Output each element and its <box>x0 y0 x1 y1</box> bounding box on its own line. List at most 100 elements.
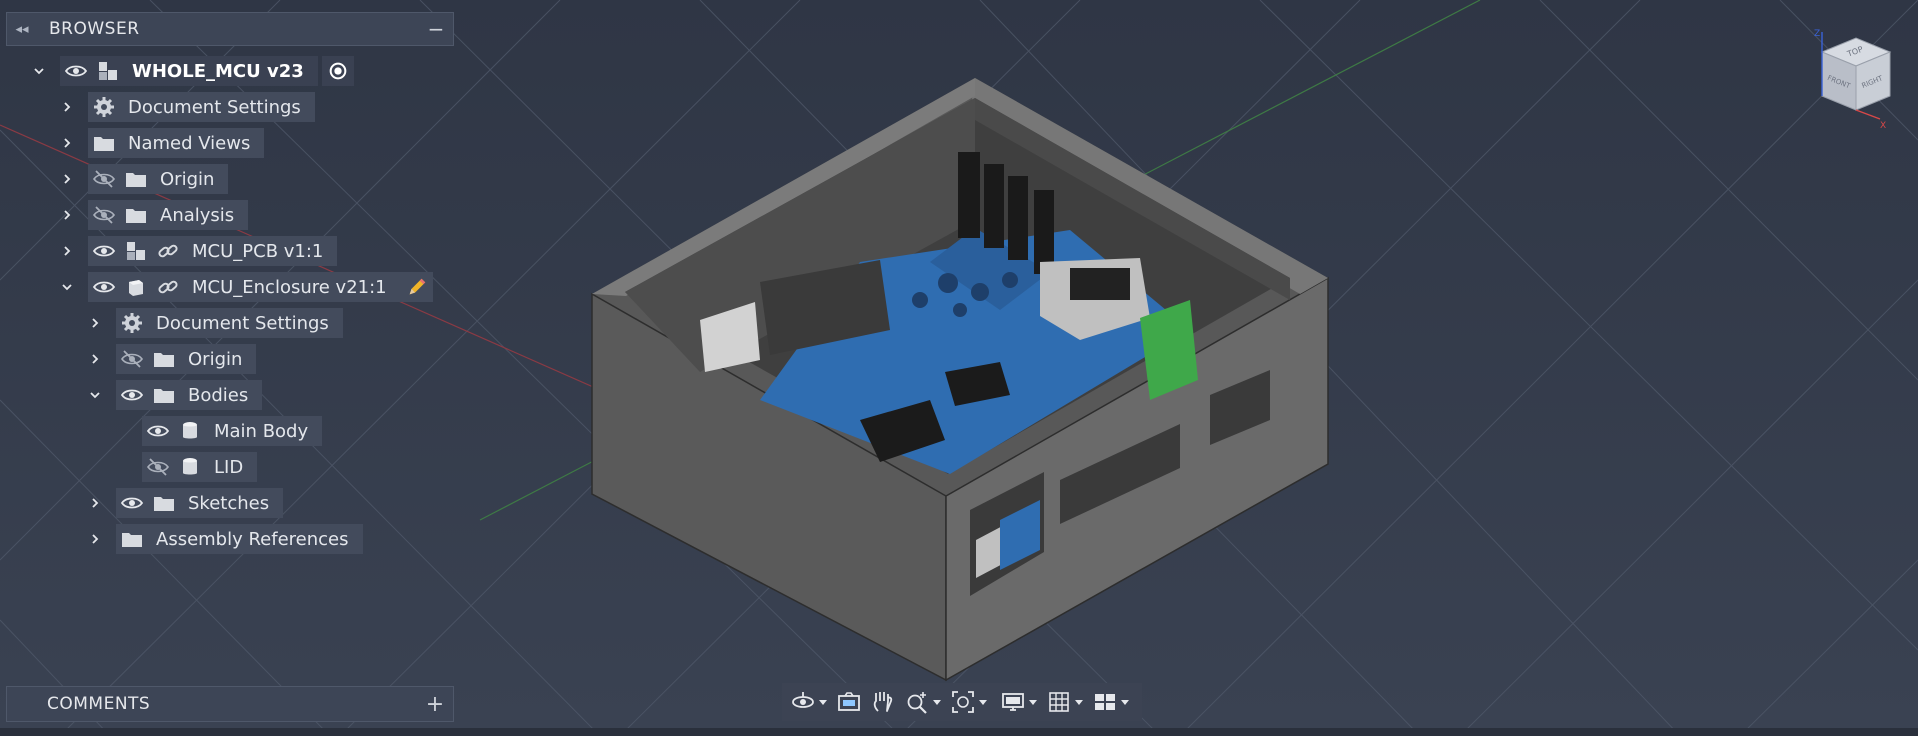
chevron-right-icon[interactable] <box>84 348 106 370</box>
tree-node-document-settings[interactable]: Document Settings <box>116 308 343 338</box>
eye-icon[interactable] <box>60 56 92 86</box>
eye-icon[interactable] <box>88 272 120 302</box>
tree-row: Assembly References <box>84 523 363 555</box>
chevron-down-icon[interactable] <box>84 384 106 406</box>
tree-node-root[interactable]: WHOLE_MCU v23 <box>60 56 318 86</box>
dropdown-arrow-icon[interactable] <box>978 697 988 707</box>
navigation-toolbar <box>782 683 1142 721</box>
fit-icon <box>952 691 974 713</box>
eye-hidden-icon[interactable] <box>116 344 148 374</box>
body-icon <box>174 452 206 482</box>
tree-row: LID <box>140 451 258 483</box>
dropdown-arrow-icon[interactable] <box>932 697 942 707</box>
tree-label: Document Settings <box>156 312 329 334</box>
zoom-icon <box>907 692 927 714</box>
tree-node-mcu-enclosure[interactable]: MCU_Enclosure v21:1 <box>88 272 401 302</box>
tree-node-sketches[interactable]: Sketches <box>116 488 284 518</box>
tree-node-lid[interactable]: LID <box>142 452 258 482</box>
view-cube[interactable]: TOP FRONT RIGHT Z X <box>1800 24 1900 134</box>
gear-icon <box>116 308 148 338</box>
double-chevron-left-icon[interactable]: ◂◂ <box>7 22 37 37</box>
component-icon <box>120 272 152 302</box>
eye-hidden-icon[interactable] <box>142 452 174 482</box>
folder-icon <box>148 488 180 518</box>
tree-label: Sketches <box>188 492 270 514</box>
tree-label: Bodies <box>188 384 249 406</box>
look-at-icon <box>838 692 860 711</box>
pencil-icon[interactable] <box>400 272 433 302</box>
display-settings-button[interactable] <box>996 685 1042 719</box>
tree-node-mcu-pcb[interactable]: MCU_PCB v1:1 <box>88 236 338 266</box>
chevron-right-icon[interactable] <box>84 312 106 334</box>
dropdown-arrow-icon[interactable] <box>1120 697 1130 707</box>
eye-hidden-icon[interactable] <box>88 164 120 194</box>
tree-label: MCU_PCB v1:1 <box>192 240 324 262</box>
chevron-right-icon[interactable] <box>56 204 78 226</box>
tree-node-assembly-references[interactable]: Assembly References <box>116 524 363 554</box>
browser-title: BROWSER <box>49 19 140 39</box>
eye-icon[interactable] <box>116 488 148 518</box>
zoom-button[interactable] <box>900 685 946 719</box>
eye-icon[interactable] <box>142 416 174 446</box>
tree-label: Origin <box>160 168 215 190</box>
tree-node-bodies[interactable]: Bodies <box>116 380 263 410</box>
dropdown-arrow-icon[interactable] <box>1028 697 1038 707</box>
chevron-right-icon[interactable] <box>84 492 106 514</box>
tree-label: Named Views <box>128 132 251 154</box>
tree-label: Assembly References <box>156 528 349 550</box>
tree-node-analysis[interactable]: Analysis <box>88 200 249 230</box>
look-at-button[interactable] <box>832 685 866 719</box>
tree-row: MCU_Enclosure v21:1 <box>56 271 433 303</box>
gear-icon <box>88 92 120 122</box>
tree-label: LID <box>214 456 244 478</box>
tree-node-named-views[interactable]: Named Views <box>88 128 265 158</box>
dropdown-arrow-icon[interactable] <box>818 697 828 707</box>
view-cube-x-label: X <box>1880 121 1886 131</box>
link-icon <box>152 236 184 266</box>
folder-icon <box>120 164 152 194</box>
eye-icon[interactable] <box>116 380 148 410</box>
plus-icon[interactable]: + <box>417 692 453 717</box>
orbit-icon <box>792 692 814 708</box>
chevron-right-icon[interactable] <box>56 96 78 118</box>
tree-label: Main Body <box>214 420 309 442</box>
chevron-right-icon[interactable] <box>84 528 106 550</box>
comments-panel-header: COMMENTS + <box>6 686 454 722</box>
fit-button[interactable] <box>946 685 992 719</box>
chevron-down-icon[interactable] <box>28 60 50 82</box>
minus-icon[interactable]: − <box>419 17 453 41</box>
x-axis-indicator <box>1855 109 1881 120</box>
chevron-right-icon[interactable] <box>56 240 78 262</box>
active-radio-icon[interactable] <box>321 56 354 86</box>
orbit-button[interactable] <box>786 685 832 719</box>
assembly-icon <box>92 56 124 86</box>
body-icon <box>174 416 206 446</box>
chevron-right-icon[interactable] <box>56 132 78 154</box>
eye-hidden-icon[interactable] <box>88 200 120 230</box>
grid-button[interactable] <box>1042 685 1088 719</box>
folder-icon <box>88 128 120 158</box>
tree-node-main-body[interactable]: Main Body <box>142 416 323 446</box>
chevron-down-icon[interactable] <box>56 276 78 298</box>
tree-row: Bodies <box>84 379 263 411</box>
tree-node-origin[interactable]: Origin <box>88 164 229 194</box>
pan-icon <box>873 692 893 712</box>
dropdown-arrow-icon[interactable] <box>1074 697 1084 707</box>
tree-row: Sketches <box>84 487 284 519</box>
eye-icon[interactable] <box>88 236 120 266</box>
tree-row: MCU_PCB v1:1 <box>56 235 338 267</box>
tree-node-document-settings[interactable]: Document Settings <box>88 92 315 122</box>
view-cube-z-label: Z <box>1814 29 1820 39</box>
display-settings-icon <box>1002 693 1024 711</box>
tree-label: WHOLE_MCU v23 <box>132 60 304 82</box>
viewports-button[interactable] <box>1088 685 1134 719</box>
status-strip <box>0 728 1918 736</box>
folder-icon <box>148 380 180 410</box>
tree-node-origin[interactable]: Origin <box>116 344 257 374</box>
grid-icon <box>1049 692 1069 712</box>
pan-button[interactable] <box>866 685 900 719</box>
chevron-right-icon[interactable] <box>56 168 78 190</box>
link-icon <box>152 272 184 302</box>
tree-row: Origin <box>56 163 229 195</box>
tree-row: Origin <box>84 343 257 375</box>
